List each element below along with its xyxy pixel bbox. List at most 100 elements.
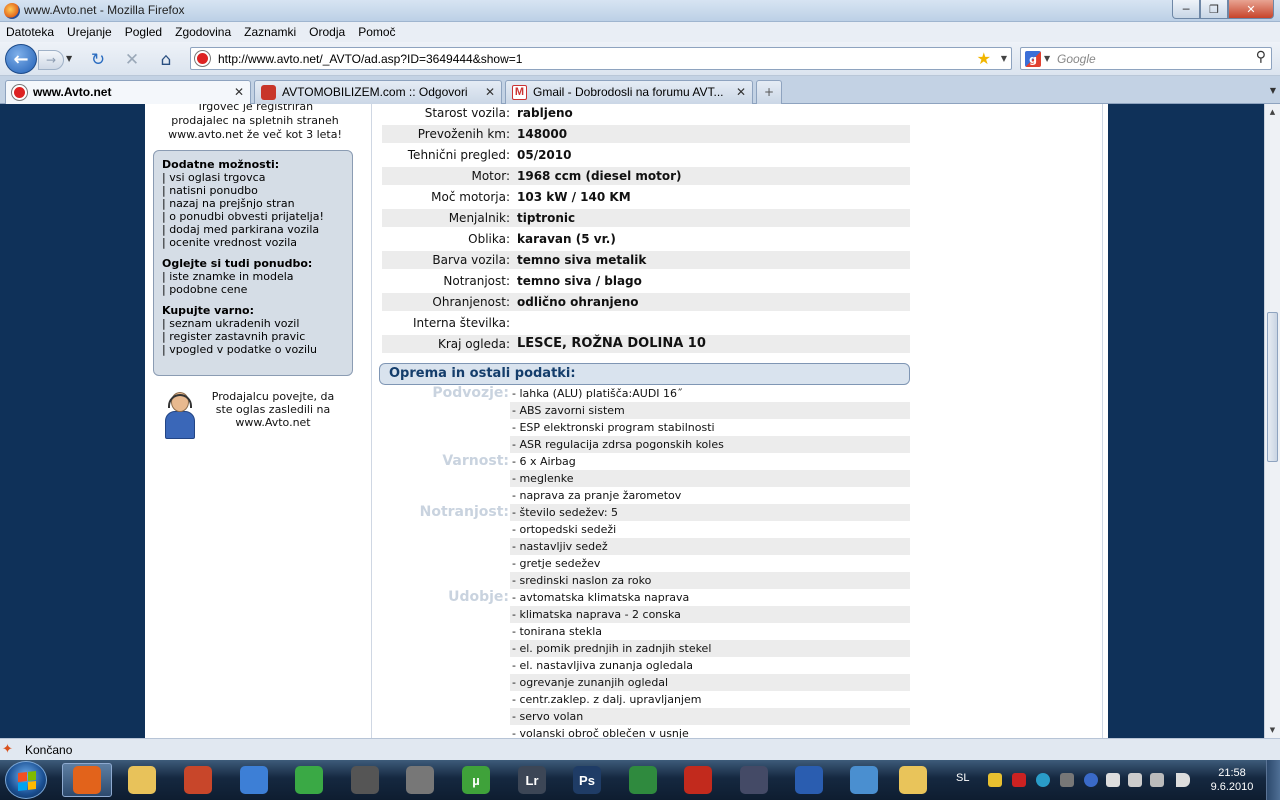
tab-gmail[interactable]: M Gmail - Dobrodosli na forumu AVT... ✕ — [505, 80, 753, 104]
search-placeholder[interactable]: Google — [1057, 52, 1096, 66]
url-dropdown-icon[interactable]: ▼ — [1001, 54, 1007, 63]
taskbar-item[interactable] — [284, 763, 334, 797]
menu-orodja[interactable]: Orodja — [309, 25, 345, 39]
taskbar-item[interactable] — [888, 763, 938, 797]
spec-value: 05/2010 — [517, 148, 572, 162]
scroll-up-icon[interactable]: ▲ — [1265, 104, 1280, 120]
tab-list-dropdown-icon[interactable]: ▼ — [1266, 80, 1280, 102]
taskbar-item[interactable] — [173, 763, 223, 797]
menu-urejanje[interactable]: Urejanje — [67, 25, 112, 39]
bookmark-star-icon[interactable]: ★ — [977, 49, 991, 68]
options-group: Kupujte varno: | seznam ukradenih vozil … — [162, 304, 344, 356]
option-link[interactable]: | natisni ponudbo — [162, 184, 344, 197]
taskbar-item[interactable] — [784, 763, 834, 797]
menu-zgodovina[interactable]: Zgodovina — [175, 25, 231, 39]
taskbar-item[interactable]: Ps — [562, 763, 612, 797]
equipment-category: Varnost: — [442, 453, 509, 469]
page-viewport: Trgovec je registriran prodajalec na spl… — [0, 104, 1264, 738]
tray-app-icon[interactable] — [1060, 773, 1074, 787]
maximize-button[interactable]: ❐ — [1200, 0, 1228, 19]
option-link[interactable]: | ocenite vrednost vozila — [162, 236, 344, 249]
tab-close-icon[interactable]: ✕ — [234, 85, 244, 99]
spec-value: odlično ohranjeno — [517, 295, 639, 309]
tray-signal-icon[interactable] — [1150, 773, 1164, 787]
spec-label: Starost vozila: — [424, 106, 510, 120]
stop-icon[interactable]: ✕ — [122, 50, 142, 70]
spec-row: Ohranjenost: odlično ohranjeno — [382, 293, 910, 311]
equipment-item: - volanski obroč oblečen v usnje — [512, 727, 689, 738]
tray-chat-icon[interactable] — [988, 773, 1002, 787]
spec-label: Kraj ogleda: — [438, 337, 510, 351]
scrollbar-thumb[interactable] — [1267, 312, 1278, 462]
option-link[interactable]: | vpogled v podatke o vozilu — [162, 343, 344, 356]
option-link[interactable]: | seznam ukradenih vozil — [162, 317, 344, 330]
taskbar-item[interactable]: µ — [451, 763, 501, 797]
option-link[interactable]: | dodaj med parkirana vozila — [162, 223, 344, 236]
reel-icon — [406, 766, 434, 794]
tab-avtomobilizem[interactable]: AVTOMOBILIZEM.com :: Odgovori ✕ — [254, 80, 502, 104]
spec-value: 1968 ccm (diesel motor) — [517, 169, 682, 183]
start-button[interactable] — [5, 761, 47, 799]
vertical-scrollbar[interactable]: ▲ ▼ — [1264, 104, 1280, 738]
equipment-item: - naprava za pranje žarometov — [512, 489, 682, 502]
taskbar-item[interactable] — [395, 763, 445, 797]
taskbar-item[interactable] — [673, 763, 723, 797]
taskbar-item[interactable] — [62, 763, 112, 797]
tray-sync-icon[interactable] — [1036, 773, 1050, 787]
equipment-item: - el. nastavljiva zunanja ogledala — [512, 659, 693, 672]
tray-flag-icon[interactable] — [1106, 773, 1120, 787]
equipment-item: - avtomatska klimatska naprava — [512, 591, 690, 604]
reload-icon[interactable]: ↻ — [88, 50, 108, 70]
clock[interactable]: 21:58 9.6.2010 — [1206, 766, 1258, 794]
mail-icon — [899, 766, 927, 794]
tray-bluetooth-icon[interactable] — [1084, 773, 1098, 787]
menu-zaznamki[interactable]: Zaznamki — [244, 25, 296, 39]
url-text[interactable]: http://www.avto.net/_AVTO/ad.asp?ID=3649… — [218, 52, 522, 66]
taskbar-item[interactable] — [229, 763, 279, 797]
forward-button[interactable]: → — [38, 50, 64, 70]
option-link[interactable]: | iste znamke in modela — [162, 270, 344, 283]
taskbar-item[interactable] — [117, 763, 167, 797]
menu-datoteka[interactable]: Datoteka — [6, 25, 54, 39]
volume-icon[interactable] — [1176, 773, 1190, 787]
avto-favicon-icon — [12, 85, 27, 100]
search-bar[interactable]: g ▼ Google ⚲ — [1020, 47, 1272, 70]
taskbar-item[interactable] — [340, 763, 390, 797]
option-link[interactable]: | podobne cene — [162, 283, 344, 296]
taskbar-item[interactable] — [729, 763, 779, 797]
new-tab-button[interactable]: + — [756, 80, 782, 104]
tray-ati-icon[interactable] — [1012, 773, 1026, 787]
equipment-item: - meglenke — [510, 470, 910, 487]
google-icon[interactable]: g — [1025, 51, 1041, 67]
url-bar[interactable]: http://www.avto.net/_AVTO/ad.asp?ID=3649… — [190, 47, 1012, 70]
language-indicator[interactable]: SL — [956, 772, 969, 784]
menu-pomoc[interactable]: Pomoč — [358, 25, 395, 39]
tab-close-icon[interactable]: ✕ — [736, 85, 746, 99]
close-button[interactable]: ✕ — [1228, 0, 1274, 19]
option-link[interactable]: | nazaj na prejšnjo stran — [162, 197, 344, 210]
taskbar-item[interactable] — [839, 763, 889, 797]
history-dropdown-icon[interactable]: ▼ — [66, 54, 72, 63]
spec-value: temno siva / blago — [517, 274, 642, 288]
search-engine-dropdown-icon[interactable]: ▼ — [1044, 54, 1050, 63]
tab-avto-net[interactable]: www.Avto.net ✕ — [5, 80, 251, 105]
film-icon — [351, 766, 379, 794]
menu-pogled[interactable]: Pogled — [125, 25, 162, 39]
option-link[interactable]: | vsi oglasi trgovca — [162, 171, 344, 184]
spec-value: tiptronic — [517, 211, 576, 225]
taskbar-item[interactable] — [618, 763, 668, 797]
scroll-down-icon[interactable]: ▼ — [1265, 722, 1280, 738]
search-icon[interactable]: ⚲ — [1256, 49, 1266, 65]
tray-network-icon[interactable] — [1128, 773, 1142, 787]
minimize-button[interactable]: ─ — [1172, 0, 1200, 19]
equipment-category: Notranjost: — [419, 504, 509, 520]
dealer-note-line: prodajalec na spletnih straneh — [171, 114, 339, 127]
option-link[interactable]: | o ponudbi obvesti prijatelja! — [162, 210, 344, 223]
home-icon[interactable]: ⌂ — [156, 50, 176, 70]
show-desktop-button[interactable] — [1266, 760, 1280, 800]
taskbar-item[interactable]: Lr — [507, 763, 557, 797]
status-bar: ✦ Končano — [0, 738, 1280, 760]
back-button[interactable]: ← — [5, 44, 37, 74]
tab-close-icon[interactable]: ✕ — [485, 85, 495, 99]
option-link[interactable]: | register zastavnih pravic — [162, 330, 344, 343]
